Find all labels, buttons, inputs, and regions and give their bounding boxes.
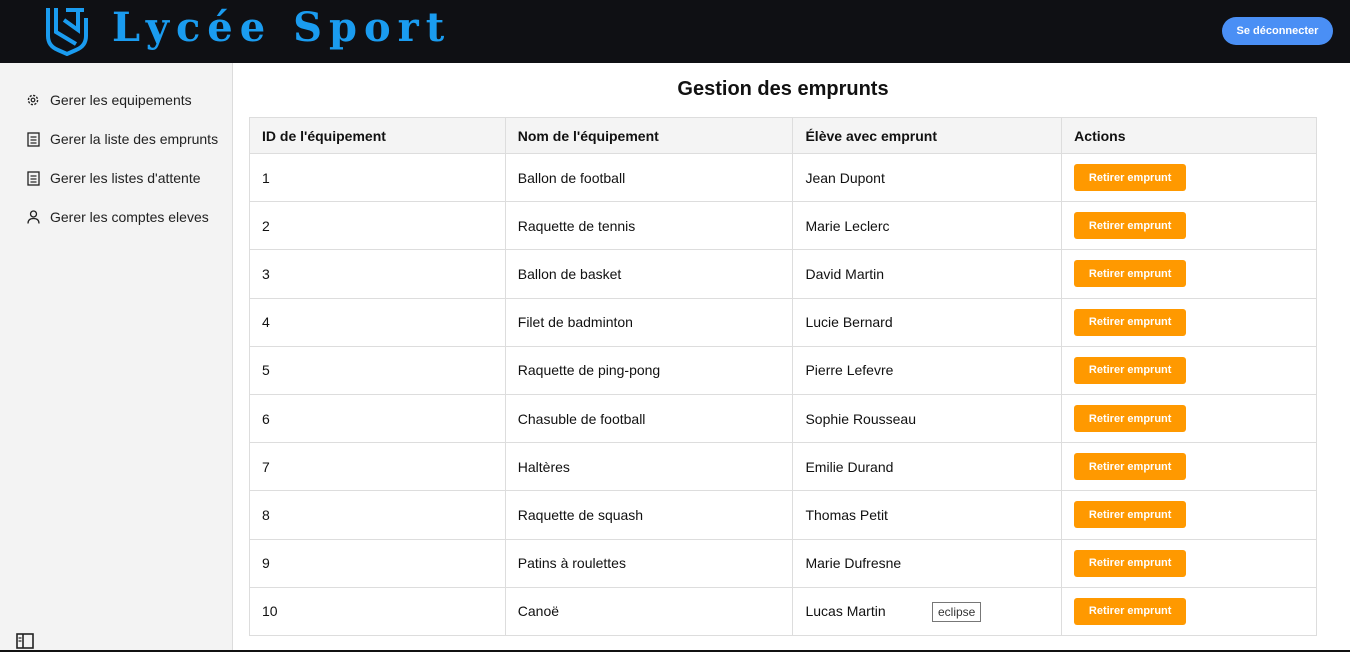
- cell-id: 7: [249, 442, 506, 492]
- sidebar-item-label: Gerer la liste des emprunts: [50, 131, 219, 147]
- table-row: 2 Raquette de tennis Marie Leclerc Retirer …: [249, 201, 1317, 251]
- logout-button[interactable]: Se déconnecter: [1222, 17, 1333, 45]
- cell-student: David Martin: [792, 249, 1063, 299]
- sidebar: Gerer les equipements Gerer la liste des…: [0, 63, 233, 652]
- sidebar-item-label: Gerer les equipements: [50, 92, 192, 108]
- page-title: Gestion des emprunts: [677, 78, 889, 100]
- table-row: 1 Ballon de football Jean Dupont Retirer em…: [249, 152, 1317, 203]
- cell-name: Canoë: [504, 586, 794, 636]
- sidebar-item-attente[interactable]: Gerer les listes d'attente: [24, 166, 201, 190]
- cell-name: Filet de badminton: [504, 297, 794, 347]
- cell-student: Sophie Rousseau: [792, 393, 1063, 444]
- cell-id: 1: [249, 152, 506, 203]
- table-header-row: ID de l'équipement Nom de l'équipement É…: [249, 117, 1317, 154]
- retirer-emprunt-button[interactable]: Retirer emprunt: [1074, 212, 1187, 240]
- cell-student: Lucie Bernard: [792, 297, 1063, 347]
- cell-actions: Retirer emprunt: [1061, 442, 1317, 492]
- brand-title: Lycée Sport: [112, 4, 452, 51]
- cell-id: 9: [249, 538, 506, 588]
- main-content: Gestion des emprunts ID de l'équipement …: [233, 63, 1350, 652]
- cell-id: 4: [249, 297, 506, 347]
- sidebar-item-label: Gerer les comptes eleves: [50, 209, 209, 225]
- table-row: 10 Canoë Lucas Martin Retirer emprunt: [249, 586, 1317, 636]
- sidebar-item-emprunts[interactable]: Gerer la liste des emprunts: [24, 127, 218, 151]
- cell-actions: Retirer emprunt: [1061, 586, 1317, 636]
- cell-name: Patins à roulettes: [504, 538, 794, 588]
- logo-icon: [46, 8, 88, 56]
- cell-name: Raquette de ping-pong: [504, 345, 794, 395]
- cell-id: 6: [249, 393, 506, 444]
- cell-student: Thomas Petit: [792, 490, 1063, 540]
- table-row: 9 Patins à roulettes Marie Dufresne Retirer…: [249, 538, 1317, 588]
- cell-student: Marie Leclerc: [792, 201, 1063, 251]
- cell-actions: Retirer emprunt: [1061, 201, 1317, 251]
- top-bar: Lycée Sport Se déconnecter: [0, 0, 1350, 63]
- cell-name: Ballon de football: [504, 152, 794, 203]
- cell-id: 10: [249, 586, 506, 636]
- cell-actions: Retirer emprunt: [1061, 249, 1317, 299]
- table-row: 4 Filet de badminton Lucie Bernard Retirer …: [249, 297, 1317, 347]
- table-row: 5 Raquette de ping-pong Pierre Lefevre Reti…: [249, 345, 1317, 395]
- gear-icon: [24, 91, 42, 109]
- retirer-emprunt-button[interactable]: Retirer emprunt: [1074, 597, 1187, 625]
- cell-actions: Retirer emprunt: [1061, 538, 1317, 588]
- tooltip: eclipse: [932, 602, 982, 622]
- retirer-emprunt-button[interactable]: Retirer emprunt: [1074, 405, 1187, 433]
- retirer-emprunt-button[interactable]: Retirer emprunt: [1074, 308, 1187, 336]
- cell-actions: Retirer emprunt: [1061, 297, 1317, 347]
- cell-id: 8: [249, 490, 506, 540]
- retirer-emprunt-button[interactable]: Retirer emprunt: [1074, 260, 1187, 288]
- column-header-id: ID de l'équipement: [249, 117, 506, 154]
- sidebar-item-label: Gerer les listes d'attente: [50, 170, 201, 186]
- table-row: 8 Raquette de squash Thomas Petit Retirer e…: [249, 490, 1317, 540]
- cell-actions: Retirer emprunt: [1061, 393, 1317, 444]
- table-row: 7 Haltères Emilie Durand Retirer emprunt: [249, 442, 1317, 492]
- retirer-emprunt-button[interactable]: Retirer emprunt: [1074, 164, 1187, 192]
- cell-actions: Retirer emprunt: [1061, 490, 1317, 540]
- document-list-icon: [24, 169, 42, 187]
- cell-student: Pierre Lefevre: [792, 345, 1063, 395]
- sidebar-toggle-icon[interactable]: [16, 633, 34, 649]
- retirer-emprunt-button[interactable]: Retirer emprunt: [1074, 549, 1187, 577]
- cell-name: Chasuble de football: [504, 393, 794, 444]
- cell-student: Lucas Martin: [792, 586, 1063, 636]
- retirer-emprunt-button[interactable]: Retirer emprunt: [1074, 501, 1187, 529]
- column-header-actions: Actions: [1061, 117, 1317, 154]
- cell-name: Ballon de basket: [504, 249, 794, 299]
- user-icon: [24, 208, 42, 226]
- cell-name: Raquette de tennis: [504, 201, 794, 251]
- column-header-name: Nom de l'équipement: [504, 117, 794, 154]
- cell-actions: Retirer emprunt: [1061, 345, 1317, 395]
- cell-id: 2: [249, 201, 506, 251]
- cell-name: Haltères: [504, 442, 794, 492]
- cell-student: Jean Dupont: [792, 152, 1063, 203]
- document-list-icon: [24, 130, 42, 148]
- sidebar-item-equipements[interactable]: Gerer les equipements: [24, 88, 192, 112]
- retirer-emprunt-button[interactable]: Retirer emprunt: [1074, 453, 1187, 481]
- sidebar-item-comptes[interactable]: Gerer les comptes eleves: [24, 205, 209, 229]
- cell-student: Emilie Durand: [792, 442, 1063, 492]
- emprunts-table: ID de l'équipement Nom de l'équipement É…: [249, 117, 1317, 636]
- cell-name: Raquette de squash: [504, 490, 794, 540]
- retirer-emprunt-button[interactable]: Retirer emprunt: [1074, 356, 1187, 384]
- cell-id: 5: [249, 345, 506, 395]
- cell-actions: Retirer emprunt: [1061, 152, 1317, 203]
- cell-student: Marie Dufresne: [792, 538, 1063, 588]
- cell-id: 3: [249, 249, 506, 299]
- table-row: 3 Ballon de basket David Martin Retirer emp…: [249, 249, 1317, 299]
- column-header-student: Élève avec emprunt: [792, 117, 1063, 154]
- table-row: 6 Chasuble de football Sophie Rousseau Reti…: [249, 393, 1317, 444]
